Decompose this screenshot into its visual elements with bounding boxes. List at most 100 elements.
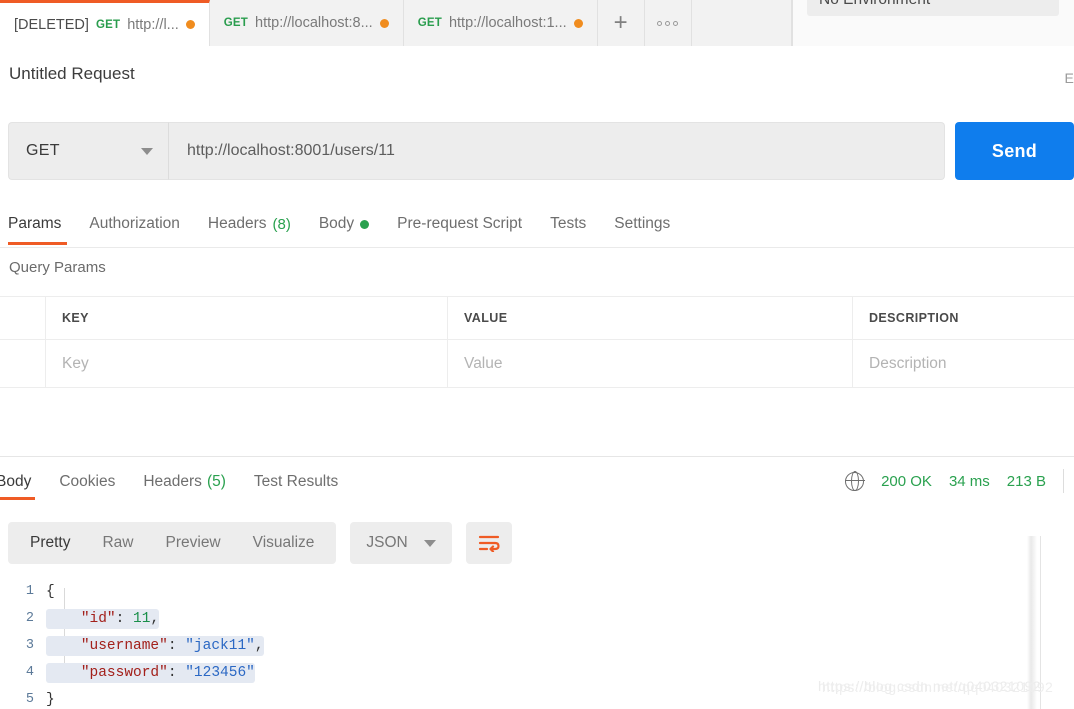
view-mode-group: Pretty Raw Preview Visualize bbox=[8, 522, 337, 564]
table-header-row: KEY VALUE DESCRIPTION bbox=[0, 296, 1074, 340]
response-format-select[interactable]: JSON bbox=[350, 522, 452, 564]
pane-divider[interactable] bbox=[0, 456, 1074, 457]
tab-label: Body bbox=[318, 215, 355, 232]
tab-headers[interactable]: Headers (8) bbox=[194, 203, 305, 245]
page-title: Untitled Request bbox=[9, 64, 135, 83]
environment-label: No Environment bbox=[819, 0, 930, 9]
response-tab-test-results[interactable]: Test Results bbox=[240, 464, 352, 500]
param-key-input[interactable]: Key bbox=[46, 340, 448, 387]
globe-icon bbox=[844, 471, 865, 491]
plus-icon: + bbox=[613, 9, 628, 36]
code-token: , bbox=[150, 610, 160, 627]
selection-highlight: "username": "jack11", bbox=[46, 635, 264, 656]
tab-url-label: http://localhost:8... bbox=[255, 15, 373, 31]
unsaved-dot-icon bbox=[573, 18, 583, 28]
response-tab-headers[interactable]: Headers (5) bbox=[129, 464, 240, 500]
chevron-down-icon bbox=[141, 147, 153, 155]
tab-label: Cookies bbox=[59, 473, 116, 490]
response-viewer-toolbar: Pretty Raw Preview Visualize JSON bbox=[8, 522, 512, 564]
watermark: https://blog.csdn.net/q040321092 https:/… bbox=[818, 678, 1053, 695]
tab-label: Settings bbox=[614, 215, 671, 232]
tab-method-label: GET bbox=[95, 18, 121, 31]
tab-url-label: http://localhost:1... bbox=[448, 15, 567, 31]
line-number: 1 bbox=[25, 584, 34, 599]
request-tab-3[interactable]: GET http://localhost:1... bbox=[403, 0, 598, 46]
request-title-row: Untitled Request E bbox=[0, 46, 1074, 108]
send-button[interactable]: Send bbox=[955, 122, 1074, 180]
view-mode-pretty[interactable]: Pretty bbox=[14, 522, 86, 564]
response-tab-cookies[interactable]: Cookies bbox=[45, 464, 129, 500]
status-separator bbox=[1063, 469, 1064, 493]
tab-settings[interactable]: Settings bbox=[600, 203, 684, 245]
unsaved-dot-icon bbox=[185, 20, 195, 29]
environment-selector[interactable]: No Environment bbox=[807, 0, 1059, 16]
line-number: 3 bbox=[25, 638, 34, 653]
selection-highlight: "id": 11, bbox=[46, 608, 160, 629]
tab-deleted-prefix: [DELETED] bbox=[14, 16, 89, 33]
column-header-description: DESCRIPTION bbox=[869, 311, 959, 325]
tab-method-label: GET bbox=[223, 17, 249, 29]
tab-url-label: http://l... bbox=[127, 16, 179, 33]
tab-tests[interactable]: Tests bbox=[536, 203, 600, 245]
code-token: { bbox=[46, 583, 55, 600]
tab-params[interactable]: Params bbox=[0, 203, 75, 245]
tab-label: Pre-request Script bbox=[397, 215, 523, 232]
view-mode-raw[interactable]: Raw bbox=[86, 522, 149, 564]
code-text: } bbox=[46, 692, 55, 708]
tab-label: Authorization bbox=[89, 215, 180, 232]
request-tab-1[interactable]: [DELETED] GET http://l... bbox=[0, 0, 210, 46]
tab-body[interactable]: Body bbox=[305, 203, 383, 245]
watermark-line-2: https://blog.csdn.net/qq040321092 bbox=[822, 679, 1054, 695]
tab-label: Body bbox=[0, 473, 32, 490]
code-token: "username" bbox=[80, 637, 168, 654]
code-line: 3 "username": "jack11", bbox=[0, 632, 1074, 659]
url-input[interactable]: http://localhost:8001/users/11 bbox=[168, 122, 945, 180]
code-text: "password": "123456" bbox=[46, 662, 255, 683]
query-params-heading: Query Params bbox=[9, 259, 106, 276]
tab-label: Params bbox=[8, 215, 62, 232]
http-method-label: GET bbox=[26, 142, 60, 159]
ellipsis-icon bbox=[657, 20, 679, 26]
tab-pre-request-script[interactable]: Pre-request Script bbox=[383, 203, 536, 245]
tab-label: Headers bbox=[143, 473, 202, 490]
new-tab-button[interactable]: + bbox=[597, 0, 645, 46]
status-code: 200 OK bbox=[881, 472, 932, 490]
tab-authorization[interactable]: Authorization bbox=[75, 203, 193, 245]
word-wrap-button[interactable] bbox=[465, 522, 512, 564]
tab-bar: [DELETED] GET http://l... GET http://loc… bbox=[0, 0, 1074, 46]
tab-method-label: GET bbox=[417, 17, 442, 29]
param-description-input[interactable]: Description bbox=[853, 340, 1074, 387]
line-number: 4 bbox=[25, 665, 34, 680]
code-token: : bbox=[115, 610, 134, 627]
body-present-dot-icon bbox=[360, 219, 370, 229]
examples-label[interactable]: E bbox=[1064, 70, 1074, 86]
chevron-down-icon bbox=[423, 539, 436, 547]
column-header-value: VALUE bbox=[448, 297, 853, 339]
code-token: } bbox=[46, 691, 55, 708]
word-wrap-icon bbox=[478, 535, 500, 552]
code-token: "id" bbox=[80, 610, 116, 627]
column-header-key: KEY bbox=[46, 297, 448, 339]
code-token: "password" bbox=[80, 664, 168, 681]
code-token: , bbox=[254, 637, 264, 654]
http-method-select[interactable]: GET bbox=[8, 122, 168, 180]
view-mode-visualize[interactable]: Visualize bbox=[237, 522, 331, 564]
tab-label: Headers bbox=[207, 215, 267, 232]
url-bar: GET http://localhost:8001/users/11 Send bbox=[0, 122, 1074, 180]
request-tab-2[interactable]: GET http://localhost:8... bbox=[209, 0, 404, 46]
code-text: { bbox=[46, 584, 55, 600]
code-text: "username": "jack11", bbox=[46, 635, 264, 656]
param-value-input[interactable]: Value bbox=[448, 340, 853, 387]
select-all-cell[interactable] bbox=[0, 297, 46, 339]
row-checkbox-cell[interactable] bbox=[0, 340, 46, 387]
response-tab-body[interactable]: Body bbox=[0, 464, 45, 500]
tab-more-options-button[interactable] bbox=[644, 0, 692, 46]
unsaved-dot-icon bbox=[379, 18, 389, 28]
view-mode-preview[interactable]: Preview bbox=[150, 522, 237, 564]
code-token: "jack11" bbox=[185, 637, 255, 654]
code-text: "id": 11, bbox=[46, 608, 160, 629]
tab-count: (8) bbox=[272, 215, 291, 233]
request-section-tabs: Params Authorization Headers (8) Body Pr… bbox=[0, 203, 1074, 248]
